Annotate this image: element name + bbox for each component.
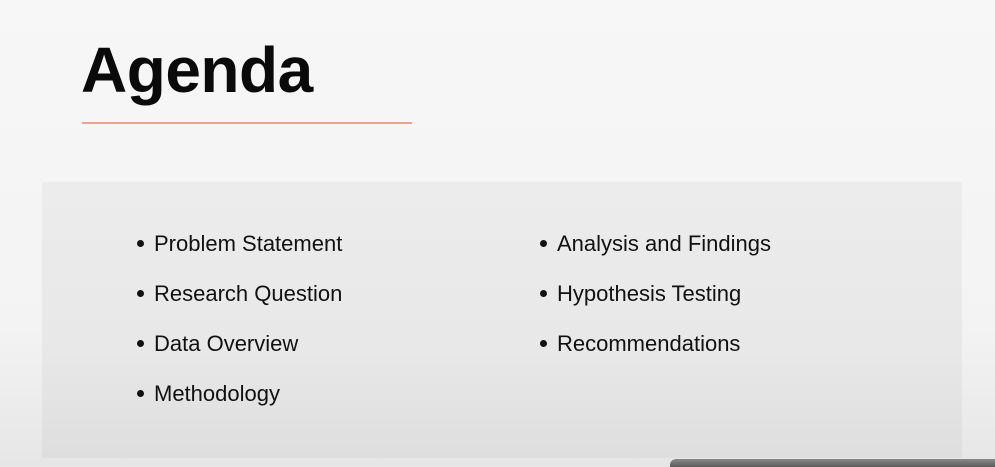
bullet-icon [137, 239, 144, 247]
title-underline [82, 122, 412, 124]
slide-title: Agenda [81, 34, 313, 106]
agenda-item-label: Data Overview [154, 331, 299, 356]
agenda-item-label: Methodology [154, 381, 280, 406]
agenda-item-label: Hypothesis Testing [557, 281, 742, 306]
bullet-icon [540, 339, 547, 347]
bullet-icon [540, 239, 547, 247]
bullet-icon [137, 339, 144, 347]
agenda-item-label: Recommendations [557, 331, 741, 356]
agenda-item-label: Problem Statement [154, 231, 343, 256]
agenda-item: Research Question [137, 281, 342, 307]
agenda-item: Hypothesis Testing [540, 281, 741, 307]
agenda-item: Data Overview [137, 331, 298, 357]
agenda-item-label: Analysis and Findings [557, 231, 772, 256]
agenda-item: Methodology [137, 381, 280, 407]
bullet-icon [137, 389, 144, 397]
agenda-item-label: Research Question [154, 281, 343, 306]
agenda-item: Analysis and Findings [540, 231, 771, 257]
agenda-item: Problem Statement [137, 231, 342, 257]
agenda-item: Recommendations [540, 331, 740, 357]
bullet-icon [540, 289, 547, 297]
video-control-bar[interactable] [670, 459, 995, 467]
bullet-icon [137, 289, 144, 297]
agenda-panel [42, 182, 962, 458]
